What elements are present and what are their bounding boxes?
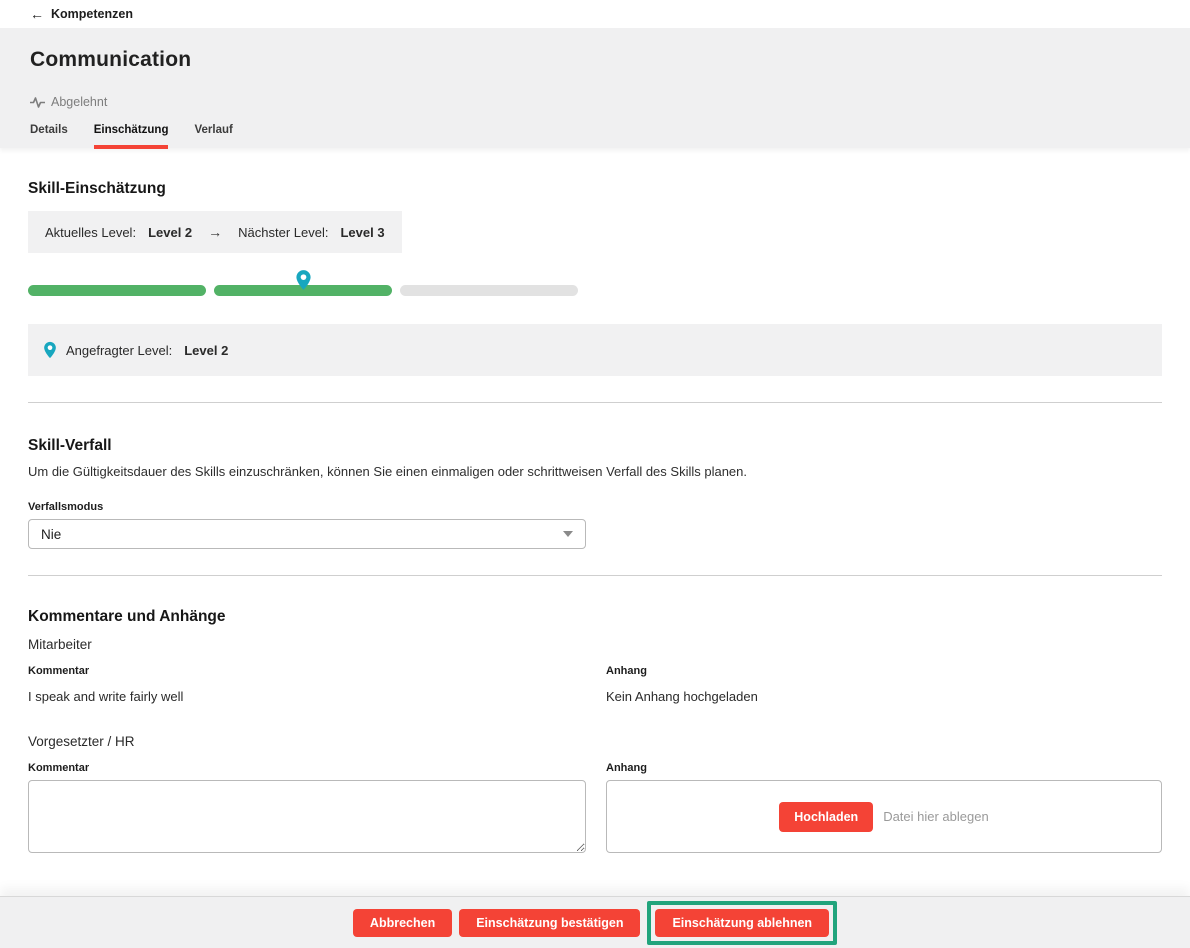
employee-comment-value: I speak and write fairly well — [28, 689, 586, 704]
employee-comment-label: Kommentar — [28, 665, 586, 677]
footer-action-bar: Abbrechen Einschätzung bestätigen Einsch… — [0, 896, 1190, 948]
tab-verlauf[interactable]: Verlauf — [194, 124, 232, 149]
tab-details[interactable]: Details — [30, 124, 68, 149]
section-title-skill-verfall: Skill-Verfall — [28, 437, 1162, 455]
supervisor-comment-textarea[interactable] — [28, 780, 586, 853]
back-link-label: Kompetenzen — [51, 7, 133, 21]
section-title-skill-einschaetzung: Skill-Einschätzung — [28, 180, 1162, 198]
next-level-value: Level 3 — [340, 225, 384, 240]
level-segment-1[interactable] — [28, 285, 206, 296]
next-level-label: Nächster Level: — [238, 225, 328, 240]
drop-hint-text: Datei hier ablegen — [883, 809, 989, 824]
page-title: Communication — [30, 28, 1160, 72]
supervisor-attachment-label: Anhang — [606, 762, 1162, 774]
verfallsmodus-label: Verfallsmodus — [28, 501, 1162, 513]
reject-assessment-button[interactable]: Einschätzung ablehnen — [655, 909, 829, 937]
status-label: Abgelehnt — [51, 95, 107, 109]
tab-einschaetzung[interactable]: Einschätzung — [94, 124, 169, 149]
section-title-kommentare: Kommentare und Anhänge — [28, 608, 1162, 626]
level-summary-box: Aktuelles Level: Level 2 → Nächster Level… — [28, 211, 402, 253]
current-level-label: Aktuelles Level: — [45, 225, 136, 240]
map-pin-icon — [43, 341, 57, 359]
level-progress-bar — [28, 285, 578, 296]
employee-attachment-label: Anhang — [606, 665, 1162, 677]
verfallsmodus-select[interactable]: Nie — [28, 519, 586, 549]
tab-bar: Details Einschätzung Verlauf — [30, 124, 1160, 149]
back-arrow-icon: ← — [30, 7, 44, 21]
level-arrow-icon: → — [208, 224, 222, 240]
section-skill-verfall: Skill-Verfall Um die Gültigkeitsdauer de… — [28, 437, 1162, 576]
back-to-kompetenzen-link[interactable]: ← Kompetenzen — [30, 7, 133, 21]
employee-role-label: Mitarbeiter — [28, 637, 1162, 652]
attachment-dropzone[interactable]: Hochladen Datei hier ablegen — [606, 780, 1162, 853]
upload-button[interactable]: Hochladen — [779, 802, 873, 832]
section-skill-einschaetzung: Skill-Einschätzung Aktuelles Level: Level… — [28, 180, 1162, 403]
level-segment-3[interactable] — [400, 285, 578, 296]
confirm-assessment-button[interactable]: Einschätzung bestätigen — [459, 909, 640, 937]
requested-level-box: Angefragter Level: Level 2 — [28, 324, 1162, 376]
caret-down-icon — [563, 531, 573, 537]
current-level-value: Level 2 — [148, 225, 192, 240]
section-divider — [28, 402, 1162, 403]
cancel-button[interactable]: Abbrechen — [353, 909, 452, 937]
top-bar: ← Kompetenzen — [0, 0, 1190, 28]
pulse-icon — [30, 96, 45, 109]
verfallsmodus-selected-value: Nie — [41, 527, 61, 542]
employee-attachment-value: Kein Anhang hochgeladen — [606, 689, 1162, 704]
employee-row: Kommentar I speak and write fairly well … — [28, 652, 1162, 704]
status-badge: Abgelehnt — [30, 95, 1160, 109]
agent-highlight-box: Einschätzung ablehnen — [647, 901, 837, 945]
requested-level-label: Angefragter Level: — [66, 343, 172, 358]
requested-level-marker-pin-icon[interactable] — [295, 269, 312, 291]
main-content: Skill-Einschätzung Aktuelles Level: Level… — [0, 148, 1190, 858]
section-kommentare-anhaenge: Kommentare und Anhänge Mitarbeiter Komme… — [28, 608, 1162, 858]
page-header: Communication Abgelehnt Details Einschät… — [0, 28, 1190, 148]
supervisor-row: Kommentar Anhang Hochladen Datei hier ab… — [28, 749, 1162, 858]
requested-level-value: Level 2 — [184, 343, 228, 358]
supervisor-comment-label: Kommentar — [28, 762, 586, 774]
supervisor-role-label: Vorgesetzter / HR — [28, 734, 1162, 749]
section-divider — [28, 575, 1162, 576]
skill-verfall-description: Um die Gültigkeitsdauer des Skills einzu… — [28, 464, 1162, 479]
